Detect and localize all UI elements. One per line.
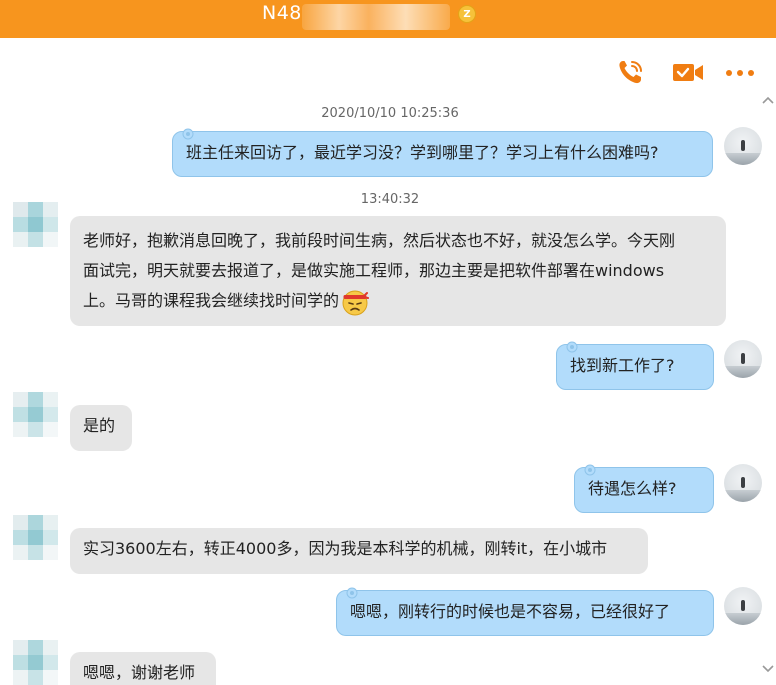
message-bubble-incoming[interactable]: 嗯嗯，谢谢老师 [70,652,216,685]
self-avatar[interactable] [724,587,762,625]
message-text: 嗯嗯，谢谢老师 [83,663,196,682]
message-text-line: 老师好，抱歉消息回晚了，我前段时间生病，然后状态也不好，就没怎么学。今天刚 [83,231,676,250]
message-text-line: 上。马哥的课程我会继续找时间学的 [83,291,340,310]
contact-avatar[interactable] [13,202,59,248]
scroll-down-arrow-icon[interactable] [762,664,774,674]
message-text: 待遇怎么样? [588,479,677,498]
bubble-corner-icon [566,341,578,353]
title-bar: N48 Z [0,0,776,38]
member-badge-icon: Z [458,5,476,23]
bubble-corner-icon [584,464,596,476]
message-bubble-outgoing[interactable]: 班主任来回访了，最近学习没？学到哪里了？学习上有什么困难吗? [172,128,713,177]
message-bubble-outgoing[interactable]: 嗯嗯，刚转行的时候也是不容易，已经很好了 [336,587,714,636]
scroll-up-arrow-icon[interactable] [762,95,774,105]
message-timestamp: 2020/10/10 10:25:36 [321,106,459,121]
contact-avatar[interactable] [13,515,59,561]
chat-title: N48 [262,2,302,24]
contact-avatar[interactable] [13,640,59,685]
video-call-icon[interactable] [672,58,703,86]
message-bubble-outgoing[interactable]: 找到新工作了? [556,341,714,390]
bubble-corner-icon [346,587,358,599]
message-text: 找到新工作了? [570,356,675,375]
self-avatar[interactable] [724,464,762,502]
message-text: 班主任来回访了，最近学习没？学到哪里了？学习上有什么困难吗? [186,143,659,162]
message-bubble-incoming[interactable]: 老师好，抱歉消息回晚了，我前段时间生病，然后状态也不好，就没怎么学。今天刚 面试… [70,216,726,326]
message-timestamp: 13:40:32 [360,192,420,207]
message-bubble-outgoing[interactable]: 待遇怎么样? [574,464,714,513]
self-avatar[interactable] [724,340,762,378]
redacted-name [302,4,450,30]
message-text-line: 面试完，明天就要去报道了，是做实施工程师，那边主要是把软件部署在windows [83,261,665,280]
more-options-icon[interactable] [726,70,756,76]
determined-face-emoji-icon [342,290,370,315]
bubble-corner-icon [182,128,194,140]
phone-icon[interactable] [616,58,646,86]
message-text: 实习3600左右，转正4000多，因为我是本科学的机械，刚转it，在小城市 [83,539,608,558]
message-bubble-incoming[interactable]: 实习3600左右，转正4000多，因为我是本科学的机械，刚转it，在小城市 [70,528,648,574]
self-avatar[interactable] [724,127,762,165]
message-text: 是的 [83,416,116,435]
message-text: 嗯嗯，刚转行的时候也是不容易，已经很好了 [350,602,671,621]
message-bubble-incoming[interactable]: 是的 [70,405,132,451]
contact-avatar[interactable] [13,392,59,438]
